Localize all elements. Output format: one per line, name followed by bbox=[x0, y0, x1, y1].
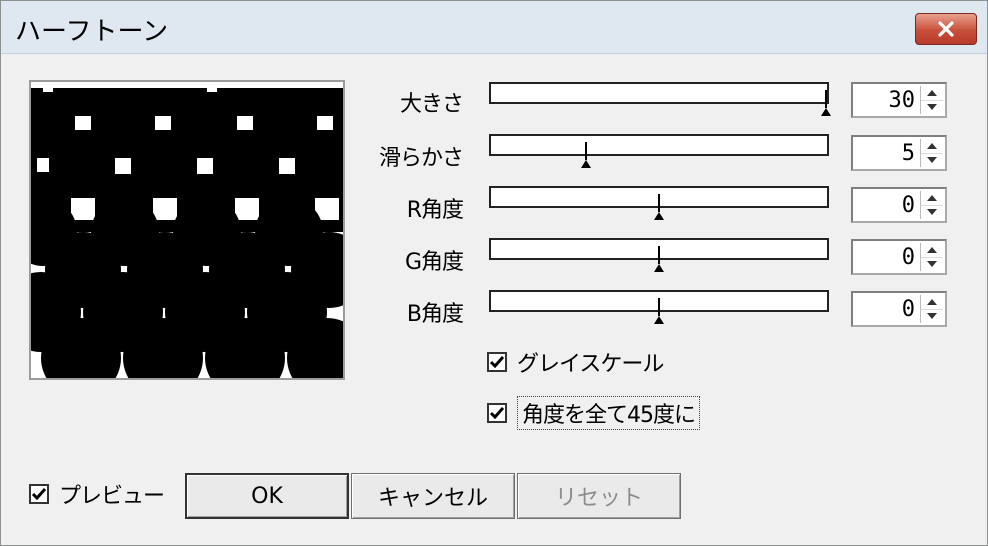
down-arrow-icon[interactable] bbox=[921, 100, 943, 114]
size-spin-arrows[interactable] bbox=[920, 86, 943, 114]
preview-checkbox[interactable]: プレビュー bbox=[29, 478, 165, 510]
all-45-label: 角度を全て45度に bbox=[517, 396, 700, 430]
smoothness-spinner[interactable]: 5 bbox=[851, 135, 947, 171]
all-45-box[interactable] bbox=[487, 403, 507, 423]
preview-label: プレビュー bbox=[59, 484, 165, 509]
check-icon bbox=[490, 356, 504, 368]
grayscale-box[interactable] bbox=[487, 352, 507, 372]
r-angle-label: R角度 bbox=[406, 198, 464, 223]
g-angle-spinner[interactable]: 0 bbox=[851, 239, 947, 275]
b-angle-slider-thumb[interactable] bbox=[654, 298, 664, 324]
window-title: ハーフトーン bbox=[15, 17, 169, 47]
close-icon bbox=[937, 21, 955, 37]
down-arrow-icon[interactable] bbox=[921, 153, 943, 167]
b-angle-label: B角度 bbox=[406, 302, 464, 327]
smoothness-slider[interactable] bbox=[489, 134, 829, 156]
halftone-preview bbox=[29, 80, 345, 380]
halftone-dialog: ハーフトーン 大きさ 30 滑らかさ 5 R角度 0 G角度 0 B角度 0 グ… bbox=[0, 0, 988, 546]
title-bar[interactable]: ハーフトーン bbox=[1, 1, 987, 54]
smoothness-label: 滑らかさ bbox=[378, 146, 464, 171]
grayscale-checkbox[interactable]: グレイスケール bbox=[487, 346, 664, 378]
ok-button[interactable]: OK bbox=[185, 473, 349, 519]
cancel-button[interactable]: キャンセル bbox=[351, 473, 515, 519]
up-arrow-icon[interactable] bbox=[921, 243, 943, 258]
down-arrow-icon[interactable] bbox=[921, 205, 943, 219]
size-label: 大きさ bbox=[399, 92, 464, 117]
dialog-body: 大きさ 30 滑らかさ 5 R角度 0 G角度 0 B角度 0 グレイスケール … bbox=[5, 54, 983, 541]
size-slider-thumb[interactable] bbox=[821, 90, 831, 116]
up-arrow-icon[interactable] bbox=[921, 295, 943, 310]
r-angle-spin-arrows[interactable] bbox=[920, 191, 943, 219]
size-spinner[interactable]: 30 bbox=[851, 82, 947, 118]
down-arrow-icon[interactable] bbox=[921, 309, 943, 323]
g-angle-slider-thumb[interactable] bbox=[654, 246, 664, 272]
grayscale-label: グレイスケール bbox=[517, 352, 664, 377]
r-angle-value: 0 bbox=[901, 193, 915, 218]
g-angle-label: G角度 bbox=[404, 250, 464, 275]
smoothness-spin-arrows[interactable] bbox=[920, 139, 943, 167]
close-button[interactable] bbox=[915, 13, 977, 45]
check-icon bbox=[490, 407, 504, 419]
preview-box[interactable] bbox=[29, 484, 49, 504]
b-angle-spinner[interactable]: 0 bbox=[851, 291, 947, 327]
size-slider[interactable] bbox=[489, 82, 829, 104]
check-icon bbox=[32, 488, 46, 500]
up-arrow-icon[interactable] bbox=[921, 191, 943, 206]
up-arrow-icon[interactable] bbox=[921, 86, 943, 101]
up-arrow-icon[interactable] bbox=[921, 139, 943, 154]
r-angle-spinner[interactable]: 0 bbox=[851, 187, 947, 223]
b-angle-spin-arrows[interactable] bbox=[920, 295, 943, 323]
down-arrow-icon[interactable] bbox=[921, 257, 943, 271]
smoothness-value: 5 bbox=[901, 141, 915, 166]
smoothness-slider-thumb[interactable] bbox=[580, 142, 591, 168]
reset-button[interactable]: リセット bbox=[517, 473, 681, 519]
g-angle-spin-arrows[interactable] bbox=[920, 243, 943, 271]
all-45-checkbox[interactable]: 角度を全て45度に bbox=[487, 396, 700, 430]
b-angle-value: 0 bbox=[901, 297, 915, 322]
r-angle-slider-thumb[interactable] bbox=[654, 194, 664, 220]
g-angle-value: 0 bbox=[901, 245, 915, 270]
size-value: 30 bbox=[888, 88, 916, 113]
